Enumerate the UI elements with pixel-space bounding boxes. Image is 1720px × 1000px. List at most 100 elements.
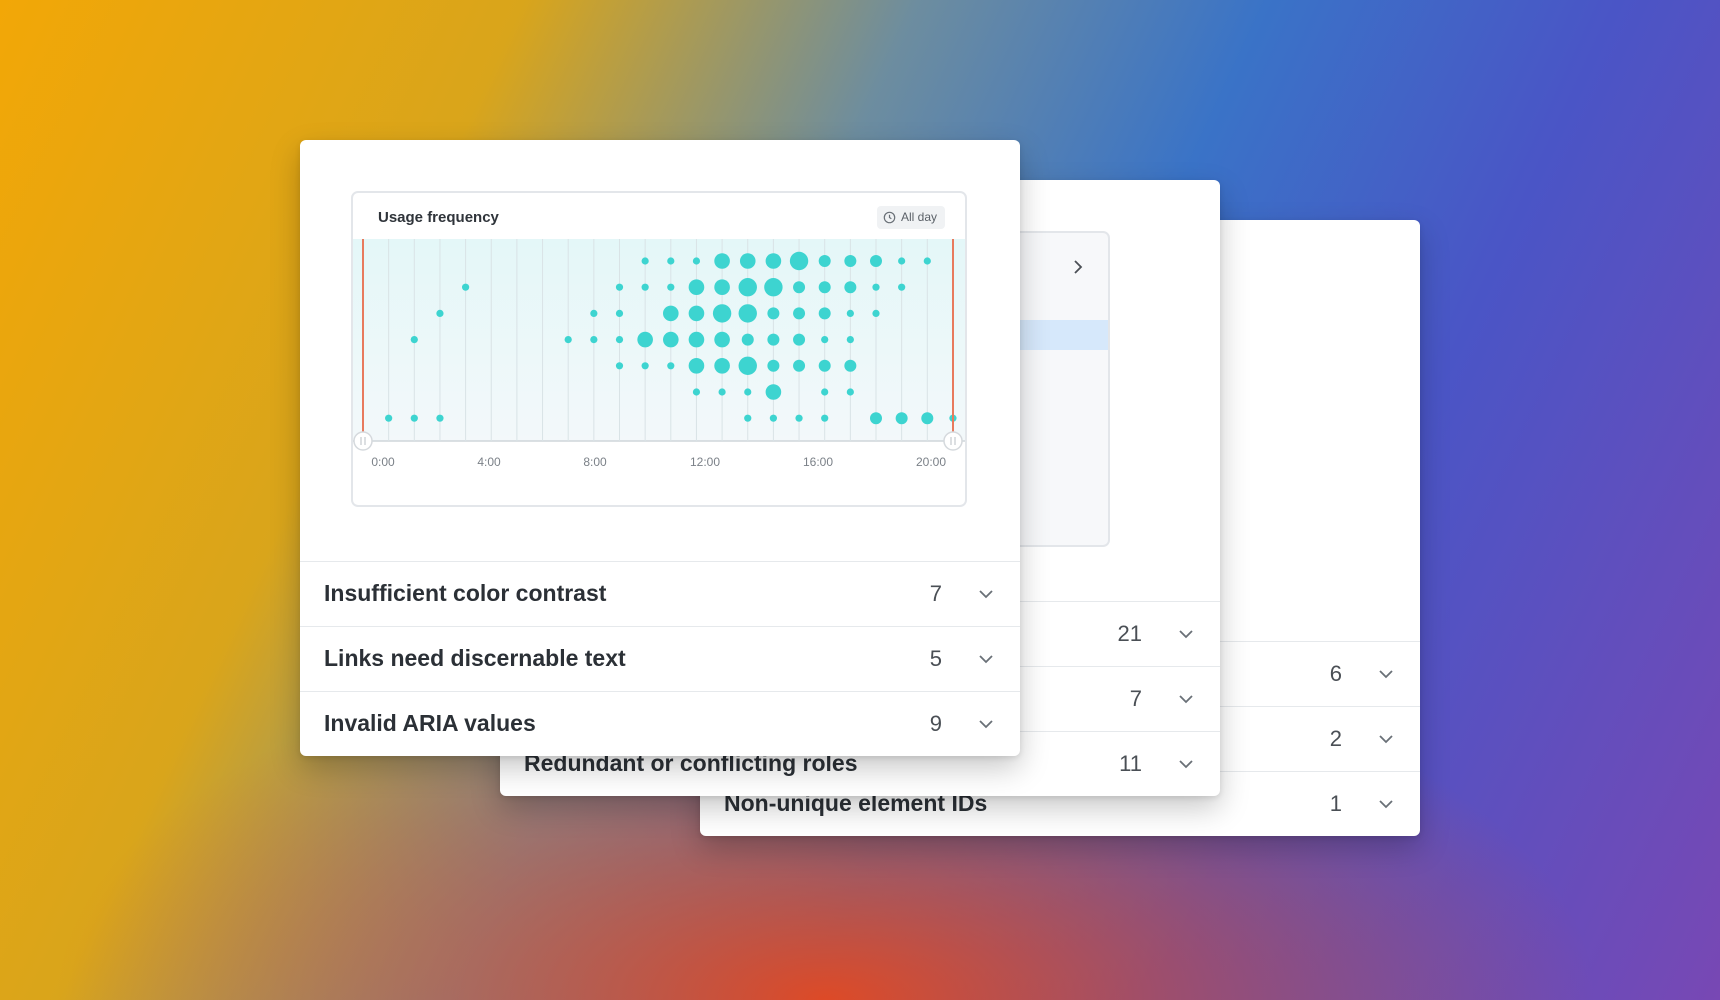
data-point xyxy=(744,414,752,422)
chevron-down-icon[interactable] xyxy=(1378,666,1394,682)
data-point xyxy=(744,388,752,396)
x-tick-label: 4:00 xyxy=(477,455,501,469)
data-point xyxy=(667,283,675,291)
data-point xyxy=(818,307,831,320)
data-point xyxy=(410,336,418,344)
data-point xyxy=(667,362,675,370)
issue-row[interactable]: Insufficient color contrast 7 xyxy=(300,561,1020,626)
data-point xyxy=(714,253,730,269)
issue-row[interactable]: Links need discernable text 5 xyxy=(300,626,1020,691)
data-point xyxy=(590,336,598,344)
data-point xyxy=(870,412,882,425)
chevron-down-icon[interactable] xyxy=(978,716,994,732)
issue-count: 5 xyxy=(929,646,942,671)
data-point xyxy=(767,359,780,372)
data-point xyxy=(436,309,444,317)
data-point xyxy=(714,358,730,374)
issue-label: Insufficient color contrast xyxy=(324,580,607,606)
data-point xyxy=(872,283,880,291)
data-point xyxy=(767,333,780,346)
data-point xyxy=(870,255,882,267)
data-point xyxy=(663,305,679,322)
time-range-label: All day xyxy=(900,210,937,224)
chart-plot: 0:00 4:00 8:00 12:00 16:00 20:00 xyxy=(353,239,965,469)
chevron-down-icon[interactable] xyxy=(1178,756,1194,772)
data-point xyxy=(793,281,806,294)
data-point xyxy=(641,283,649,291)
data-point xyxy=(923,257,931,265)
chevron-down-icon[interactable] xyxy=(1178,626,1194,642)
data-point xyxy=(795,414,803,422)
data-point xyxy=(921,412,934,425)
chevron-right-icon[interactable] xyxy=(1072,259,1084,275)
data-point xyxy=(765,253,782,269)
data-point xyxy=(641,257,649,265)
data-point xyxy=(895,412,908,425)
data-point xyxy=(767,307,780,320)
data-point xyxy=(821,388,829,396)
chevron-down-icon[interactable] xyxy=(1378,796,1394,812)
data-point xyxy=(818,255,831,267)
issue-count: 6 xyxy=(1329,661,1342,686)
data-point xyxy=(741,333,754,346)
data-point xyxy=(615,362,624,370)
data-point xyxy=(818,281,831,294)
data-point xyxy=(844,359,857,372)
chevron-down-icon[interactable] xyxy=(978,586,994,602)
data-point xyxy=(844,281,857,294)
issue-label: Invalid ARIA values xyxy=(324,710,536,736)
data-point xyxy=(688,305,705,322)
plot-background xyxy=(353,239,965,441)
issue-row[interactable]: Invalid ARIA values 9 xyxy=(300,691,1020,756)
x-tick-label: 20:00 xyxy=(916,455,946,469)
data-point xyxy=(769,414,777,422)
issue-count: 2 xyxy=(1329,726,1342,751)
data-point xyxy=(844,255,857,267)
data-point xyxy=(821,336,829,344)
usage-frequency-chart: Usage frequency All day 0:00 4:00 8:00 12:0… xyxy=(351,191,967,507)
data-point xyxy=(692,257,701,265)
range-end-handle[interactable] xyxy=(943,431,963,451)
data-point xyxy=(410,414,418,422)
data-point xyxy=(615,309,624,317)
issue-count: 9 xyxy=(929,711,942,736)
range-start-handle[interactable] xyxy=(353,431,373,451)
data-point xyxy=(718,388,726,396)
data-point xyxy=(789,251,809,271)
data-point xyxy=(793,333,806,346)
x-tick-label: 0:00 xyxy=(371,455,395,469)
data-point xyxy=(818,359,831,372)
data-point xyxy=(739,253,756,269)
data-point xyxy=(641,362,649,370)
chevron-down-icon[interactable] xyxy=(1378,731,1394,747)
data-point xyxy=(688,358,705,374)
chart-title: Usage frequency xyxy=(378,209,499,226)
data-point xyxy=(714,279,730,295)
data-point xyxy=(872,309,880,317)
issue-count: 1 xyxy=(1329,791,1342,816)
data-point xyxy=(714,331,730,348)
data-point xyxy=(667,257,675,265)
chevron-down-icon[interactable] xyxy=(978,651,994,667)
data-point xyxy=(846,309,854,317)
x-tick-label: 12:00 xyxy=(690,455,720,469)
chevron-down-icon[interactable] xyxy=(1178,691,1194,707)
issue-count: 7 xyxy=(929,581,942,606)
issue-count: 11 xyxy=(1119,751,1142,776)
data-point xyxy=(821,414,829,422)
data-point xyxy=(462,283,470,291)
data-point xyxy=(663,331,679,348)
data-point xyxy=(637,331,653,348)
clock-icon xyxy=(883,211,896,224)
data-point xyxy=(793,307,806,320)
data-point xyxy=(738,304,757,323)
time-range-filter[interactable]: All day xyxy=(876,206,945,229)
data-point xyxy=(846,388,854,396)
data-point xyxy=(564,336,572,344)
data-point xyxy=(765,384,782,400)
data-point xyxy=(764,278,783,297)
x-tick-label: 16:00 xyxy=(803,455,833,469)
data-point xyxy=(615,283,624,291)
data-point xyxy=(738,356,757,375)
data-point xyxy=(846,336,854,344)
